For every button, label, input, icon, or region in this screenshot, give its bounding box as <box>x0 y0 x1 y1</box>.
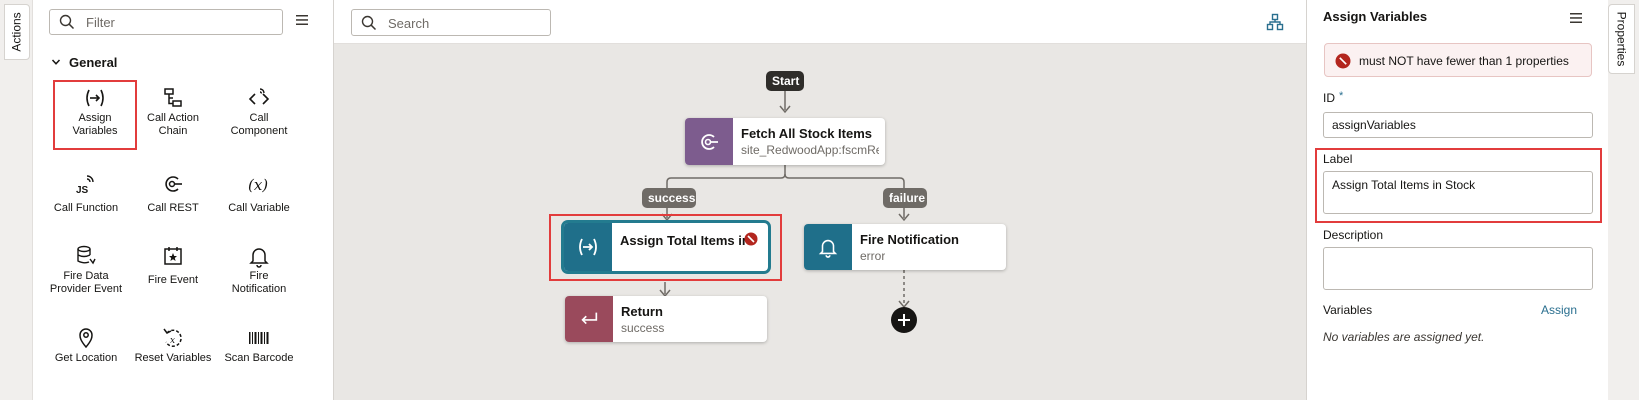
node-title: Fire Notification <box>860 232 959 247</box>
right-tab-strip: Properties <box>1608 0 1639 400</box>
properties-tab[interactable]: Properties <box>1608 4 1635 74</box>
hamburger-menu-icon[interactable] <box>1569 11 1583 25</box>
palette-item-call-function[interactable]: JS Call Function <box>44 166 128 236</box>
svg-text:x: x <box>170 336 175 346</box>
palette-item-label: Assign Variables <box>72 112 118 137</box>
properties-tab-label: Properties <box>1614 11 1629 67</box>
fire-event-icon <box>164 247 182 265</box>
search-input[interactable] <box>388 14 544 32</box>
palette-item-scan-barcode[interactable]: Scan Barcode <box>217 320 301 390</box>
node-fire-notification[interactable]: Fire Notification error <box>804 224 1006 270</box>
left-tab-strip: Actions <box>0 0 33 400</box>
palette-item-assign-variables[interactable]: Assign Variables <box>53 80 137 150</box>
svg-text:JS: JS <box>76 185 89 196</box>
properties-title: Assign Variables <box>1323 9 1428 24</box>
diagram-layout-icon[interactable] <box>1266 13 1284 31</box>
palette-item-fire-data-provider-event[interactable]: Fire Data Provider Event <box>44 238 128 308</box>
hamburger-menu-icon[interactable] <box>295 13 309 27</box>
error-icon <box>744 232 758 246</box>
palette-item-label: Call Component <box>230 112 288 137</box>
flow-canvas[interactable]: Start Fetch All Stock Items site_Redwood… <box>334 0 1306 400</box>
return-arrow-icon <box>565 296 613 342</box>
flow-connectors <box>659 90 910 309</box>
start-badge: Start <box>766 71 804 91</box>
chevron-down-icon <box>51 59 61 65</box>
label-label: Label <box>1323 152 1353 166</box>
filter-input[interactable] <box>86 13 276 31</box>
reset-variables-icon: x <box>163 328 182 347</box>
search-icon <box>59 14 75 30</box>
palette-item-label: Call Function <box>53 202 119 214</box>
id-label: ID * <box>1323 90 1344 105</box>
palette-item-get-location[interactable]: Get Location <box>44 320 128 390</box>
palette-item-call-variable[interactable]: (x) Call Variable <box>217 166 301 236</box>
node-fetch-all-stock-items[interactable]: Fetch All Stock Items site_RedwoodApp:fs… <box>685 118 885 165</box>
id-label-text: ID <box>1323 91 1335 105</box>
assign-link[interactable]: Assign <box>1541 303 1577 317</box>
plus-icon <box>898 314 910 326</box>
palette-item-label: Scan Barcode <box>224 352 294 364</box>
search-icon <box>361 15 377 31</box>
filter-field[interactable] <box>49 9 283 35</box>
call-rest-icon <box>165 176 182 192</box>
label-textarea[interactable]: Assign Total Items in Stock <box>1323 171 1593 214</box>
node-title: Return <box>621 304 663 319</box>
flow-diagram: Start Fetch All Stock Items site_Redwood… <box>334 44 1306 400</box>
palette-item-label: Fire Notification <box>231 270 287 295</box>
assign-variables-icon <box>564 223 612 271</box>
palette-item-label: Call REST <box>147 202 199 214</box>
barcode-icon <box>249 332 269 344</box>
call-function-icon: JS <box>76 175 94 196</box>
failure-branch-badge: failure <box>883 188 927 208</box>
required-indicator: * <box>1339 90 1344 102</box>
call-variable-icon: (x) <box>248 176 268 194</box>
node-return[interactable]: Return success <box>565 296 767 342</box>
variables-label: Variables <box>1323 303 1373 317</box>
palette-item-label: Call Variable <box>228 202 290 214</box>
node-title: Fetch All Stock Items <box>741 126 872 141</box>
palette-item-label: Fire Data Provider Event <box>49 270 123 295</box>
actions-palette: General Assign Variables Call Action Cha… <box>33 0 334 400</box>
section-general[interactable]: General <box>51 53 117 71</box>
palette-item-label: Fire Event <box>147 274 199 286</box>
palette-item-reset-variables[interactable]: x Reset Variables <box>131 320 215 390</box>
error-text: must NOT have fewer than 1 properties <box>1359 54 1569 68</box>
fire-data-provider-event-icon <box>77 245 96 265</box>
node-subtitle: success <box>621 321 665 335</box>
palette-item-fire-event[interactable]: Fire Event <box>131 238 215 308</box>
node-title: Assign Total Items in S <box>620 233 746 248</box>
section-general-label: General <box>69 54 118 70</box>
svg-text:(x): (x) <box>248 176 268 194</box>
add-action-button[interactable] <box>891 307 917 333</box>
actions-tab[interactable]: Actions <box>4 4 30 60</box>
actions-tab-label: Actions <box>10 12 25 52</box>
palette-item-label: Call Action Chain <box>147 112 199 137</box>
properties-panel: Assign Variables must NOT have fewer tha… <box>1306 0 1608 400</box>
error-icon <box>1335 53 1351 69</box>
palette-item-label: Reset Variables <box>134 352 212 364</box>
no-variables-message: No variables are assigned yet. <box>1323 330 1485 344</box>
description-label: Description <box>1323 228 1384 242</box>
assign-variables-icon <box>86 89 104 107</box>
call-action-chain-icon <box>164 88 182 107</box>
node-assign-total-items[interactable]: Assign Total Items in S <box>564 223 768 271</box>
palette-item-call-rest[interactable]: Call REST <box>131 166 215 236</box>
bell-icon <box>249 248 269 268</box>
canvas-toolbar <box>334 0 1306 44</box>
validation-error-message: must NOT have fewer than 1 properties <box>1324 43 1592 77</box>
node-subtitle: site_RedwoodApp:fscmRe <box>741 143 879 157</box>
palette-item-call-action-chain[interactable]: Call Action Chain <box>131 80 215 150</box>
palette-item-label: Get Location <box>54 352 118 364</box>
node-subtitle: error <box>860 249 886 263</box>
search-field[interactable] <box>351 9 551 36</box>
id-input[interactable] <box>1323 112 1593 138</box>
palette-item-call-component[interactable]: Call Component <box>217 80 301 150</box>
success-branch-badge: success <box>642 188 696 208</box>
call-rest-icon <box>685 118 733 165</box>
palette-item-fire-notification[interactable]: Fire Notification <box>217 238 301 308</box>
location-pin-icon <box>79 328 93 349</box>
description-textarea[interactable] <box>1323 247 1593 290</box>
call-component-icon <box>248 88 270 105</box>
bell-icon <box>804 224 852 270</box>
